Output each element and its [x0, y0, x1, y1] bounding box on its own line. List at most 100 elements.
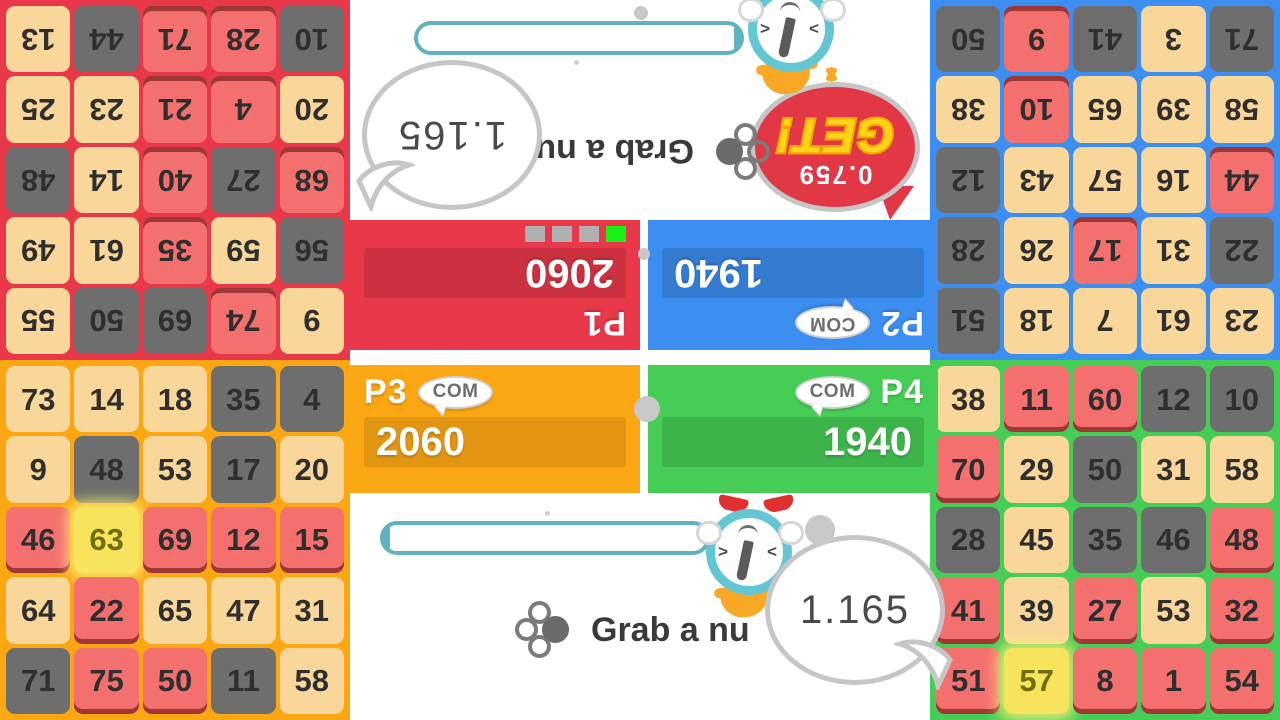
tile-p4-r5c5[interactable]: 54	[1209, 647, 1274, 714]
tile-p4-r1c3[interactable]: 60	[1072, 366, 1138, 433]
tile-p1-r5c1[interactable]: 10	[279, 6, 344, 73]
tile-p2-r1c4[interactable]: 18	[1004, 287, 1069, 354]
tile-p4-r3c3[interactable]: 35	[1072, 506, 1138, 574]
tile-p3-r4c4[interactable]: 47	[211, 577, 276, 644]
tile-p4-r2c2[interactable]: 29	[1004, 436, 1069, 503]
tile-p4-r5c3[interactable]: 8	[1072, 647, 1138, 714]
tile-p1-r5c4[interactable]: 44	[74, 6, 139, 73]
tile-p1-r1c3[interactable]: 69	[142, 287, 208, 354]
tile-p1-r4c4[interactable]: 23	[74, 76, 139, 143]
tile-p2-r2c1[interactable]: 22	[1209, 217, 1274, 284]
tile-p3-r5c1[interactable]: 71	[6, 647, 71, 714]
tile-p1-r1c2[interactable]: 74	[211, 287, 276, 354]
tile-p2-r1c5[interactable]: 51	[936, 287, 1001, 354]
tile-p4-r4c3[interactable]: 27	[1072, 577, 1138, 644]
tile-p4-r1c1[interactable]: 38	[936, 366, 1001, 433]
tile-p4-r1c5[interactable]: 10	[1209, 366, 1274, 433]
tile-p1-r5c5[interactable]: 13	[6, 6, 71, 73]
tile-p4-r3c4[interactable]: 46	[1141, 506, 1206, 574]
tile-p2-r5c1[interactable]: 71	[1209, 6, 1274, 73]
tile-p4-r4c4[interactable]: 53	[1141, 577, 1206, 644]
board-p1[interactable]: 9 74 69 50 55 56 59 35 61 49 68 27 40 14 48 20 4 21 23 25 10…	[0, 0, 350, 360]
tile-p1-r1c5[interactable]: 55	[6, 287, 71, 354]
board-p4[interactable]: 38 11 60 12 10 70 29 50 31 58 28 45 35 46 48 41 39 27 53 32…	[930, 360, 1280, 720]
tile-p3-r3c4[interactable]: 12	[211, 506, 276, 574]
tile-p1-r5c3[interactable]: 71	[142, 6, 208, 73]
tile-p3-r3c1[interactable]: 46	[6, 506, 71, 574]
tile-p1-r2c1[interactable]: 56	[279, 217, 344, 284]
tile-p1-r4c2[interactable]: 4	[211, 76, 276, 143]
tile-p2-r2c5[interactable]: 28	[936, 217, 1001, 284]
tile-p3-r4c1[interactable]: 64	[6, 577, 71, 644]
tile-p1-r4c3[interactable]: 21	[142, 76, 208, 143]
tile-p4-r1c2[interactable]: 11	[1004, 366, 1069, 433]
tile-p3-r2c3[interactable]: 53	[142, 436, 208, 503]
tile-p2-r1c3[interactable]: 7	[1072, 287, 1138, 354]
tile-p3-r3c5[interactable]: 15	[279, 506, 344, 574]
tile-p4-r3c1[interactable]: 28	[936, 506, 1001, 574]
tile-p1-r4c5[interactable]: 25	[6, 76, 71, 143]
tile-p4-r5c4[interactable]: 1	[1141, 647, 1206, 714]
board-p3[interactable]: 73 14 18 35 4 9 48 53 17 20 46 63 69 12 15 64 22 65 47 31 71…	[0, 360, 350, 720]
tile-p2-r3c3[interactable]: 57	[1072, 146, 1138, 214]
tile-p1-r1c1[interactable]: 9	[279, 287, 344, 354]
tile-p2-r4c1[interactable]: 58	[1209, 76, 1274, 143]
tile-p3-r4c3[interactable]: 65	[142, 577, 208, 644]
tile-p3-r4c5[interactable]: 31	[279, 577, 344, 644]
tile-p3-r4c2[interactable]: 22	[74, 577, 139, 644]
tile-p2-r4c3[interactable]: 65	[1072, 76, 1138, 143]
tile-p1-r4c1[interactable]: 20	[279, 76, 344, 143]
tile-p1-r3c5[interactable]: 48	[6, 146, 71, 214]
tile-p3-r1c1[interactable]: 73	[6, 366, 71, 433]
tile-p1-r3c2[interactable]: 27	[211, 146, 276, 214]
tile-p4-r5c2[interactable]: 57	[1004, 647, 1069, 714]
tile-p3-r2c1[interactable]: 9	[6, 436, 71, 503]
tile-p2-r4c4[interactable]: 10	[1004, 76, 1069, 143]
tile-p1-r3c1[interactable]: 68	[279, 146, 344, 214]
tile-p3-r2c2[interactable]: 48	[74, 436, 139, 503]
tile-p4-r2c3[interactable]: 50	[1072, 436, 1138, 503]
tile-p3-r5c3[interactable]: 50	[142, 647, 208, 714]
tile-p1-r5c2[interactable]: 28	[211, 6, 276, 73]
tile-p1-r3c4[interactable]: 14	[74, 146, 139, 214]
tile-p3-r1c5[interactable]: 4	[279, 366, 344, 433]
tile-p2-r5c4[interactable]: 9	[1004, 6, 1069, 73]
tile-p4-r1c4[interactable]: 12	[1141, 366, 1206, 433]
tile-p3-r1c3[interactable]: 18	[142, 366, 208, 433]
tile-p2-r1c2[interactable]: 61	[1141, 287, 1206, 354]
tile-p2-r5c5[interactable]: 50	[936, 6, 1001, 73]
tile-p2-r3c2[interactable]: 16	[1141, 146, 1206, 214]
tile-p3-r3c2[interactable]: 63	[74, 506, 139, 574]
tile-p3-r2c5[interactable]: 20	[279, 436, 344, 503]
tile-p2-r4c5[interactable]: 38	[936, 76, 1001, 143]
tile-p2-r5c3[interactable]: 41	[1072, 6, 1138, 73]
tile-p4-r2c4[interactable]: 31	[1141, 436, 1206, 503]
tile-p3-r5c4[interactable]: 11	[211, 647, 276, 714]
tile-p1-r3c3[interactable]: 40	[142, 146, 208, 214]
board-p2[interactable]: 23 61 7 18 51 22 31 17 26 28 44 16 57 43 12 58 39 65 10 38 7…	[930, 0, 1280, 360]
tile-p4-r2c5[interactable]: 58	[1209, 436, 1274, 503]
tile-p4-r4c2[interactable]: 39	[1004, 577, 1069, 644]
tile-p4-r3c2[interactable]: 45	[1004, 506, 1069, 574]
tile-p1-r2c5[interactable]: 49	[6, 217, 71, 284]
tile-p2-r2c4[interactable]: 26	[1004, 217, 1069, 284]
tile-p2-r2c2[interactable]: 31	[1141, 217, 1206, 284]
tile-p1-r2c4[interactable]: 61	[74, 217, 139, 284]
tile-p3-r1c4[interactable]: 35	[211, 366, 276, 433]
tile-p2-r1c1[interactable]: 23	[1209, 287, 1274, 354]
tile-p1-r2c2[interactable]: 59	[211, 217, 276, 284]
tile-p3-r5c5[interactable]: 58	[279, 647, 344, 714]
tile-p3-r3c3[interactable]: 69	[142, 506, 208, 574]
tile-p3-r2c4[interactable]: 17	[211, 436, 276, 503]
tile-p3-r5c2[interactable]: 75	[74, 647, 139, 714]
tile-p3-r1c2[interactable]: 14	[74, 366, 139, 433]
tile-p1-r2c3[interactable]: 35	[142, 217, 208, 284]
tile-p2-r3c4[interactable]: 43	[1004, 146, 1069, 214]
tile-p2-r5c2[interactable]: 3	[1141, 6, 1206, 73]
tile-p1-r1c4[interactable]: 50	[74, 287, 139, 354]
tile-p2-r3c1[interactable]: 44	[1209, 146, 1274, 214]
tile-p4-r2c1[interactable]: 70	[936, 436, 1001, 503]
tile-p2-r4c2[interactable]: 39	[1141, 76, 1206, 143]
tile-p2-r2c3[interactable]: 17	[1072, 217, 1138, 284]
tile-p4-r4c5[interactable]: 32	[1209, 577, 1274, 644]
